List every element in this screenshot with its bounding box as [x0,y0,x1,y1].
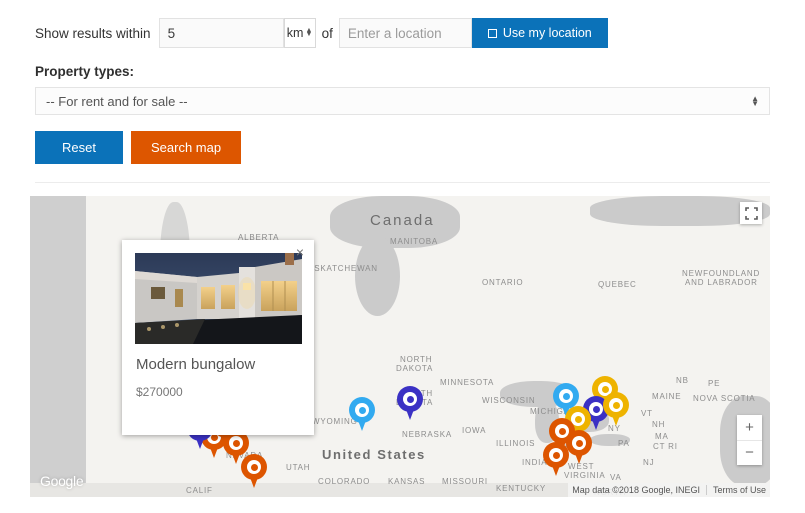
map-ocean-west [30,196,86,497]
listing-photo-image [135,253,302,344]
map-region-label: NEWFOUNDLAND [682,269,761,278]
map-region-label: DAKOTA [396,364,434,373]
info-window-close-icon[interactable]: × [292,244,308,260]
map-region-label: IOWA [462,426,487,435]
listing-price: $270000 [136,385,183,399]
marker-dot [552,451,560,459]
listing-photo [135,253,302,344]
info-window[interactable]: × Modern bungalow $270000 [122,240,314,435]
zoom-in-button[interactable]: + [737,415,762,441]
terms-of-use-link[interactable]: Terms of Use [705,485,766,495]
unit-select[interactable]: km ▲ ▼ [283,18,316,48]
map-attribution: Map data ©2018 Google, INEGI Terms of Us… [568,483,770,497]
map-region-label: AND LABRADOR [685,278,758,287]
marker-dot [558,427,566,435]
map-region-label: UTAH [286,463,311,472]
marker-dot [592,405,600,413]
map-region-label: MA [655,432,669,441]
map-region-label: CT RI [653,442,678,451]
marker-dot [562,392,570,400]
map-region-label: ONTARIO [482,278,524,287]
zoom-out-button[interactable]: − [737,441,762,466]
radius-input[interactable] [158,18,284,48]
crosshair-icon [487,28,497,38]
property-types-select[interactable]: -- For rent and for sale -- ▲ ▼ [35,87,770,115]
listing-title: Modern bungalow [136,356,256,373]
map-water-hudson-south [355,236,400,316]
map-region-label: NH [652,420,666,429]
section-divider [35,182,770,183]
map-region-label: WISCONSIN [482,396,536,405]
map-marker-pin[interactable] [241,454,267,490]
zoom-controls[interactable]: + − [737,415,762,465]
property-search-page: Show results within km ▲▼ of Use my loca… [0,0,805,513]
marker-dot [612,401,620,409]
property-types-value: -- For rent and for sale -- [46,93,188,109]
map-region-label: KANSAS [388,477,426,486]
map-region-label: Canada [370,212,435,229]
map-marker-pin[interactable] [566,430,592,466]
map-region-label: MANITOBA [390,237,439,246]
map-region-label: NOVA SCOTIA [693,394,756,403]
map-region-label: ILLINOIS [496,439,536,448]
radius-label: Show results within [35,25,151,41]
spinner-arrows-icon: ▲ ▼ [305,27,313,38]
chevron-updown-icon: ▲ ▼ [751,94,759,108]
map-canvas[interactable]: Canada ALBERTA MANITOBA SASKATCHEWAN ONTARIO… [30,196,770,497]
use-my-location-label: Use my location [502,26,592,40]
map-region-label: United States [322,447,426,462]
fullscreen-button[interactable] [740,202,762,224]
marker-dot [574,415,582,423]
map-region-label: VA [610,473,622,482]
map-region-label: CALIF [186,486,213,495]
map-region-label: PE [708,379,721,388]
form-buttons: Reset Search map [35,131,770,164]
search-form: Show results within km ▲▼ of Use my loca… [0,0,805,164]
map-region-label: COLORADO [318,477,371,486]
location-input[interactable] [338,18,472,48]
reset-button[interactable]: Reset [35,131,123,164]
unit-select-value: km [286,26,304,40]
map-region-label: KENTUCKY [496,484,546,493]
map-region-label: PA [618,439,630,448]
map-marker-pin[interactable] [603,392,629,428]
map-region-label: VIRGINIA [564,471,606,480]
map-region-label: NEBRASKA [402,430,452,439]
map-marker-pin[interactable] [349,397,375,433]
fullscreen-icon [744,206,758,220]
marker-dot [232,439,240,447]
marker-dot [406,395,414,403]
map-region-label: VT [641,409,653,418]
google-logo: Google [40,473,84,489]
marker-dot [358,406,366,414]
map-region-label: NJ [643,458,655,467]
use-my-location-button[interactable]: Use my location [471,18,608,48]
map-region-label: QUEBEC [598,280,637,289]
marker-dot [250,463,258,471]
map-region-label: NORTH [400,355,433,364]
search-map-button[interactable]: Search map [131,131,242,164]
map-region-label: MAINE [652,392,682,401]
of-label: of [321,25,333,41]
property-types-label: Property types: [35,64,135,79]
radius-row: Show results within km ▲▼ of Use my loca… [35,18,770,48]
attribution-text: Map data ©2018 Google, INEGI [572,485,700,495]
map-region-label: MISSOURI [442,477,488,486]
marker-dot [575,439,583,447]
map-region-label: NB [676,376,689,385]
map-region-label: MINNESOTA [440,378,495,387]
map-marker-pin[interactable] [543,442,569,478]
map-marker-pin[interactable] [397,386,423,422]
